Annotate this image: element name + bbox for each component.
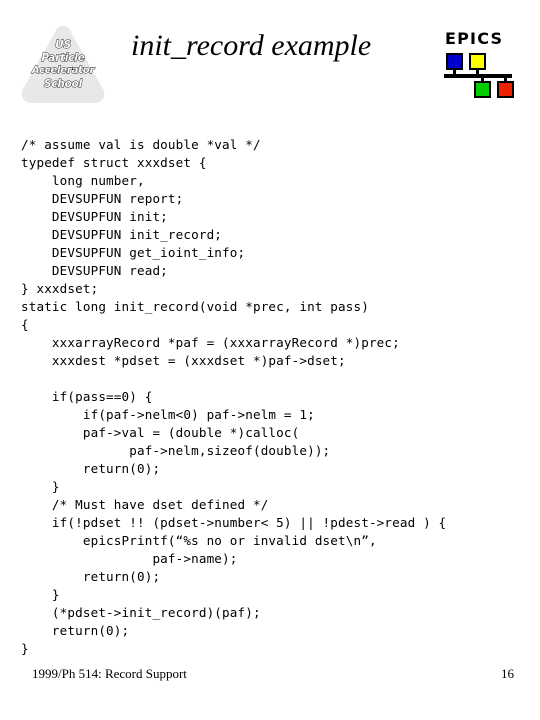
code-line: return(0); [21, 623, 130, 638]
code-line: paf->nelm,sizeof(double)); [21, 443, 331, 458]
code-line: paf->name); [21, 551, 238, 566]
code-line: } [21, 479, 60, 494]
uspas-line-1: US [55, 38, 72, 51]
code-line: epicsPrintf(“%s no or invalid dset\n”, [21, 533, 377, 548]
epics-node-green-icon [474, 81, 491, 98]
uspas-line-2: Particle [41, 51, 85, 64]
code-line: } [21, 641, 29, 656]
uspas-logo-text: US Particle Accelerator School [17, 21, 109, 107]
code-line: xxxdest *pdset = (xxxdset *)paf->dset; [21, 353, 346, 368]
footer-course-label: 1999/Ph 514: Record Support [32, 666, 187, 681]
slide-title: init_record example [131, 29, 372, 62]
epics-logo: EPICS [443, 30, 517, 102]
epics-bus-line [444, 74, 512, 78]
code-line: return(0); [21, 461, 161, 476]
code-line: xxxarrayRecord *paf = (xxxarrayRecord *)… [21, 335, 400, 350]
epics-node-yellow-icon [469, 53, 486, 70]
code-line: if(pass==0) { [21, 389, 153, 404]
code-line: if(!pdset !! (pdset->number< 5) || !pdes… [21, 515, 447, 530]
uspas-logo: US Particle Accelerator School [17, 21, 109, 107]
code-line: if(paf->nelm<0) paf->nelm = 1; [21, 407, 315, 422]
code-line: /* Must have dset defined */ [21, 497, 269, 512]
epics-wordmark: EPICS [445, 29, 504, 48]
code-line: /* assume val is double *val */ [21, 137, 261, 152]
code-line: DEVSUPFUN init_record; [21, 227, 223, 242]
slide-root: US Particle Accelerator School init_reco… [0, 0, 540, 720]
code-line: { [21, 317, 29, 332]
code-line: DEVSUPFUN init; [21, 209, 168, 224]
slide-header: US Particle Accelerator School init_reco… [0, 0, 540, 118]
epics-node-blue-icon [446, 53, 463, 70]
code-line: paf->val = (double *)calloc( [21, 425, 300, 440]
epics-node-red-icon [497, 81, 514, 98]
code-line: DEVSUPFUN get_ioint_info; [21, 245, 246, 260]
code-line: DEVSUPFUN read; [21, 263, 168, 278]
code-line: typedef struct xxxdset { [21, 155, 207, 170]
code-line: long number, [21, 173, 145, 188]
code-line: } [21, 587, 60, 602]
code-line: return(0); [21, 569, 161, 584]
code-listing: /* assume val is double *val */ typedef s… [21, 136, 521, 658]
code-line: } xxxdset; [21, 281, 99, 296]
uspas-line-3: Accelerator [31, 64, 95, 76]
footer-page-number: 16 [501, 666, 514, 681]
code-line: DEVSUPFUN report; [21, 191, 184, 206]
uspas-line-4: School [43, 77, 83, 90]
code-line: (*pdset->init_record)(paf); [21, 605, 261, 620]
slide-footer: 1999/Ph 514: Record Support 16 [0, 665, 540, 689]
code-line: static long init_record(void *prec, int … [21, 299, 369, 314]
epics-network-diagram-icon [443, 52, 517, 102]
